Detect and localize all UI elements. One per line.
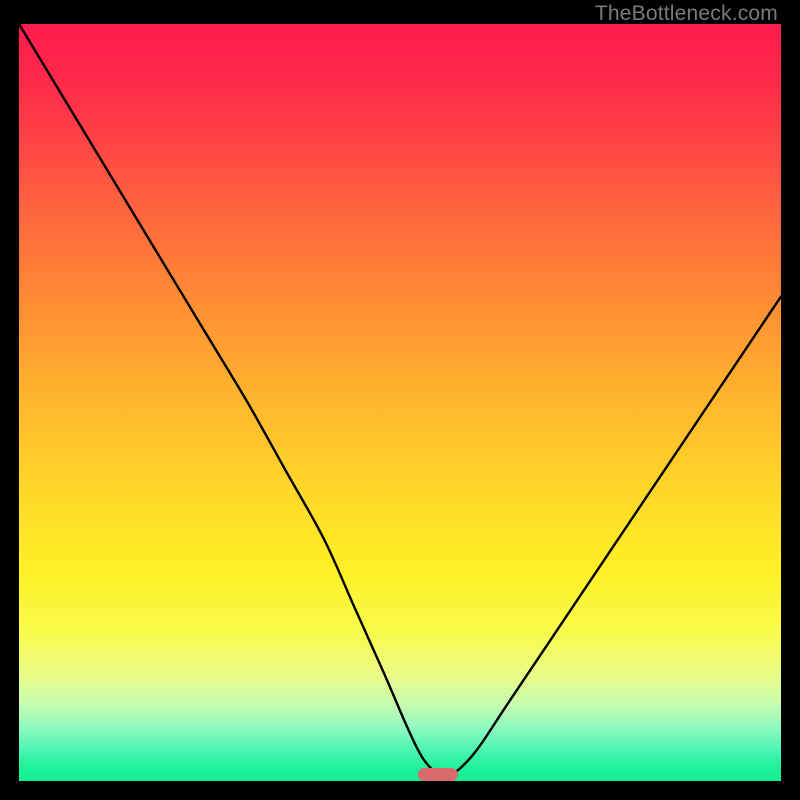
watermark-text: TheBottleneck.com [595,2,778,26]
chart-plot-area [19,24,781,781]
bottleneck-curve [19,24,781,781]
chart-stage: TheBottleneck.com [0,0,800,800]
optimal-range-marker [418,768,458,781]
